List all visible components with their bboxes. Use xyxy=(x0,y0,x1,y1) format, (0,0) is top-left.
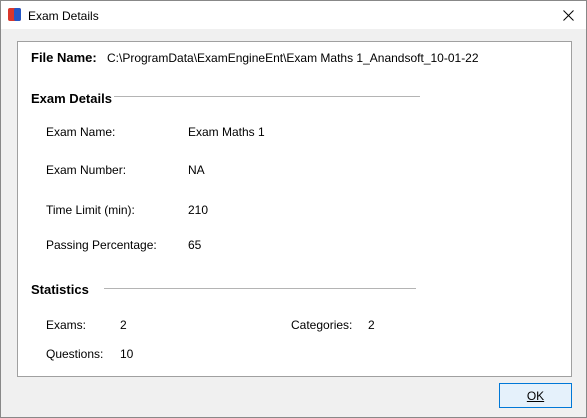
exam-name-label: Exam Name: xyxy=(46,125,116,139)
app-icon xyxy=(8,8,21,21)
time-limit-label: Time Limit (min): xyxy=(46,203,135,217)
file-name-value: C:\ProgramData\ExamEngineEnt\Exam Maths … xyxy=(107,51,479,65)
close-button[interactable] xyxy=(550,1,586,29)
exam-details-divider xyxy=(114,96,420,97)
passing-percentage-value: 65 xyxy=(188,238,202,252)
statistics-heading: Statistics xyxy=(31,282,89,297)
questions-value: 10 xyxy=(120,347,134,361)
questions-label: Questions: xyxy=(46,347,104,361)
file-name-label: File Name: xyxy=(31,50,97,65)
exams-value: 2 xyxy=(120,318,127,332)
title-bar: Exam Details xyxy=(1,1,586,29)
passing-percentage-label: Passing Percentage: xyxy=(46,238,157,252)
exam-number-label: Exam Number: xyxy=(46,163,127,177)
close-icon xyxy=(562,9,574,21)
details-panel: File Name: C:\ProgramData\ExamEngineEnt\… xyxy=(17,41,572,377)
window-title: Exam Details xyxy=(28,9,99,23)
exam-details-heading: Exam Details xyxy=(31,91,112,106)
exam-details-window: Exam Details File Name: C:\ProgramData\E… xyxy=(0,0,587,418)
categories-value: 2 xyxy=(368,318,375,332)
exam-name-value: Exam Maths 1 xyxy=(188,125,265,139)
statistics-divider xyxy=(104,288,416,289)
time-limit-value: 210 xyxy=(188,203,209,217)
categories-label: Categories: xyxy=(291,318,353,332)
ok-button[interactable]: OK xyxy=(499,383,572,408)
exam-number-value: NA xyxy=(188,163,205,177)
exams-label: Exams: xyxy=(46,318,87,332)
